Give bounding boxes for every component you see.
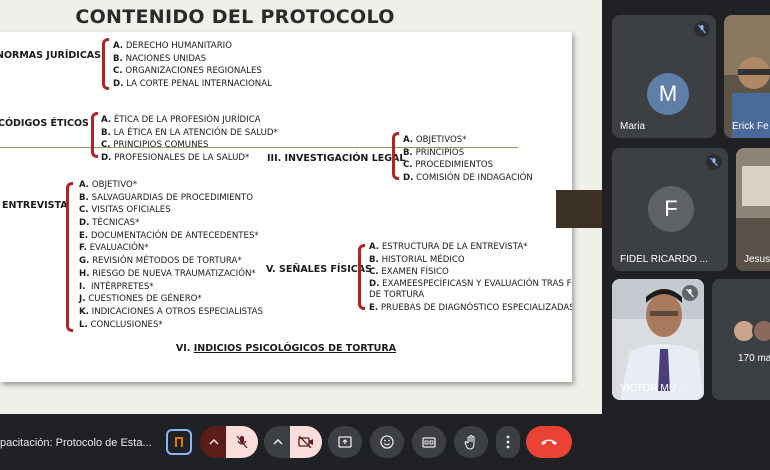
section-investigacion-bracket [392, 132, 399, 180]
participant-tile-maria[interactable]: M Maria [612, 15, 716, 138]
mic-off-icon [236, 435, 248, 449]
list-item: D. LA CORTE PENAL INTERNACIONAL [113, 79, 272, 90]
list-item: A. OBJETIVOS* [403, 135, 467, 145]
list-item: K. INDICACIONES A OTROS ESPECIALISTAS [79, 306, 264, 317]
section-senales-label: V. SEÑALES FÍSICAS [266, 264, 372, 275]
raise-hand-button[interactable] [454, 426, 488, 458]
list-item: F. EVALUACIÓN* [79, 243, 149, 254]
raise-hand-icon [464, 434, 475, 450]
list-item: E. DOCUMENTACIÓN DE ANTECEDENTES* [79, 230, 259, 241]
video-feed [736, 148, 770, 271]
list-item: L. CONCLUSIONES* [79, 319, 163, 330]
participant-tile-victor[interactable]: VICTOR MU... [612, 279, 704, 400]
end-call-icon [541, 439, 557, 445]
section-investigacion-label: III. INVESTIGACIÓN LEGAL [267, 153, 406, 164]
hand-raise-icon[interactable] [166, 429, 192, 455]
participant-tile-others[interactable]: 170 ma [712, 279, 770, 400]
mic-off-icon [694, 21, 710, 37]
list-item: B. PRINCIPIOS [403, 147, 465, 158]
section-indicios-heading: VI. INDICIOS PSICOLÓGICOS DE TORTURA [175, 343, 397, 354]
end-call-button[interactable] [526, 426, 572, 458]
present-button[interactable] [328, 426, 362, 458]
list-item: G. REVISIÓN MÉTODOS DE TORTURA* [79, 256, 242, 267]
list-item: I. INTÉRPRETES* [79, 281, 154, 292]
avatar: F [648, 186, 694, 232]
list-item: B. HISTORIAL MÉDICO [369, 254, 465, 265]
list-item: C. ORGANIZACIONES REGIONALES [113, 66, 262, 77]
section-normas-list: A. DERECHO HUMANITARIO B. NACIONES UNIDA… [113, 40, 272, 91]
list-item: A. ESTRUCTURA DE LA ENTREVISTA* [369, 242, 528, 252]
list-item: A. DERECHO HUMANITARIO [113, 41, 232, 51]
mic-off-icon [706, 154, 722, 170]
mic-off-button[interactable] [226, 426, 258, 458]
participant-tile-erick[interactable]: Erick Fe [724, 15, 770, 138]
section-normas-bracket [102, 38, 109, 90]
participant-name: Maria [620, 121, 646, 132]
section-entrevista-label: ENTREVISTA [2, 200, 68, 211]
list-item: A. OBJETIVO* [79, 180, 138, 190]
list-item: D. COMISIÓN DE INDAGACIÓN [403, 173, 533, 184]
shared-presentation: CONTENIDO DEL PROTOCOLO NORMAS JURÍDICAS… [0, 0, 602, 414]
list-item: C. PRINCIPIOS COMUNES [101, 140, 209, 151]
list-item: C. PROCEDIMIENTOS [403, 160, 494, 171]
avatar [752, 319, 770, 343]
section-normas-label: NORMAS JURÍDICAS [0, 50, 101, 61]
participant-name: Jesus [744, 254, 770, 265]
list-item: D. TÉCNICAS* [79, 218, 140, 229]
participant-name: VICTOR MU... [620, 383, 685, 394]
slide-title: CONTENIDO DEL PROTOCOLO [75, 6, 395, 28]
list-item: C. EXAMEN FÍSICO [369, 267, 449, 278]
chevron-up-icon[interactable] [264, 426, 292, 458]
section-codigos-bracket [91, 112, 98, 158]
section-entrevista-list: A. OBJETIVO* B. SALVAGUARDIAS DE PROCEDI… [79, 179, 263, 331]
emoji-button[interactable] [370, 426, 404, 458]
mic-off-icon [682, 285, 698, 301]
list-item: A. ÉTICA DE LA PROFESIÓN JURÍDICA [101, 115, 261, 125]
slide-content: NORMAS JURÍDICAS A. DERECHO HUMANITARIO … [0, 32, 572, 382]
more-icon [506, 435, 510, 449]
participant-tile-jesus[interactable]: Jesus [736, 148, 770, 271]
list-item: H. RIESGO DE NUEVA TRAUMATIZACIÓN* [79, 268, 256, 279]
participant-tile-fidel[interactable]: F FIDEL RICARDO ... [612, 148, 728, 271]
participant-name: Erick Fe [732, 121, 769, 132]
captions-icon [422, 436, 436, 448]
video-feed [724, 15, 770, 138]
section-senales-list: A. ESTRUCTURA DE LA ENTREVISTA* B. HISTO… [369, 241, 572, 315]
chevron-up-icon[interactable] [200, 426, 228, 458]
section-codigos-list: A. ÉTICA DE LA PROFESIÓN JURÍDICA B. LA … [101, 114, 278, 165]
list-item: B. NACIONES UNIDAS [113, 53, 207, 64]
camera-off-icon [298, 436, 313, 448]
section-investigacion-list: A. OBJETIVOS* B. PRINCIPIOS C. PROCEDIMI… [403, 134, 533, 185]
camera-off-button[interactable] [290, 426, 322, 458]
avatar: M [647, 73, 689, 115]
participant-count: 170 ma [738, 353, 770, 364]
section-senales-bracket [358, 244, 365, 310]
list-item: C. VISITAS OFICIALES [79, 205, 171, 216]
more-options-button[interactable] [496, 426, 520, 458]
section-codigos-label: CÓDIGOS ÉTICOS [0, 118, 89, 129]
list-item: B. LA ÉTICA EN LA ATENCIÓN DE SALUD* [101, 127, 278, 138]
captions-button[interactable] [412, 426, 446, 458]
meet-window: { "slide": { "title": "CONTENIDO DEL PRO… [0, 0, 770, 470]
list-item: E. PRUEBAS DE DIAGNÓSTICO ESPECIALIZADAS [369, 303, 572, 314]
list-item: D. PROFESIONALES DE LA SALUD* [101, 153, 250, 164]
list-item: D. EXAMEESPECÍFICASN Y EVALUACIÓN TRAS F… [369, 279, 572, 301]
list-item: J. CUESTIONES DE GÉNERO* [79, 294, 202, 305]
meeting-title[interactable]: pacitación: Protocolo de Esta... [0, 437, 152, 449]
list-item: B. SALVAGUARDIAS DE PROCEDIMIENTO [79, 192, 254, 203]
section-entrevista-bracket [66, 182, 73, 332]
slide-tab-decoration [556, 190, 602, 228]
emoji-icon [380, 435, 394, 449]
participant-name: FIDEL RICARDO ... [620, 254, 708, 265]
present-icon [338, 436, 352, 448]
